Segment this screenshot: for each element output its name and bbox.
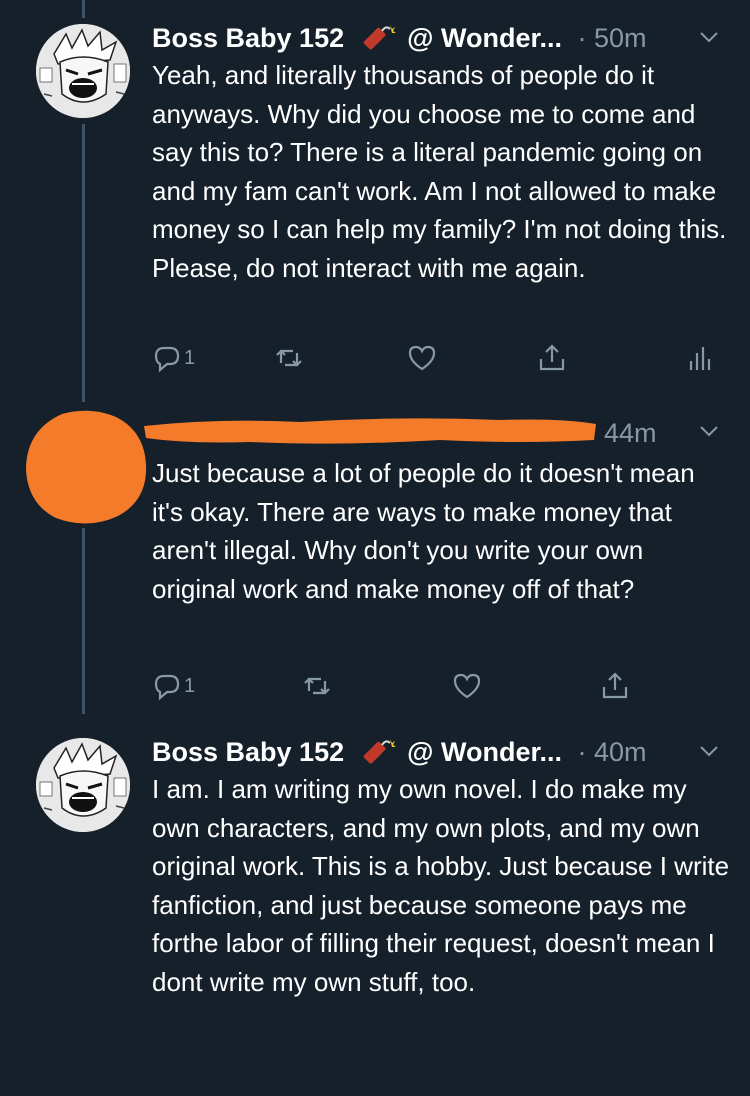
reply-button[interactable]: 1 (152, 666, 195, 706)
display-name[interactable]: Boss Baby 152 (152, 23, 344, 53)
tweet-1[interactable]: Boss Baby 152 @ Wonder... · 50m Yeah, an… (152, 18, 732, 373)
share-icon (539, 344, 565, 371)
user-handle[interactable]: @ Wonder... (407, 737, 562, 767)
tweet-text: Yeah, and literally thousands of people … (152, 60, 727, 283)
thread-line-2 (82, 528, 85, 714)
analytics-icon (689, 347, 711, 370)
tweet-header: Boss Baby 152 @ Wonder... · 40m (152, 732, 732, 772)
tweet-2[interactable]: 44m Just because a lot of people do it d… (152, 410, 732, 710)
analytics-button[interactable] (684, 338, 714, 378)
tweet-3[interactable]: Boss Baby 152 @ Wonder... · 40m I am. I … (152, 732, 732, 1082)
thread-line-1 (82, 124, 85, 402)
reply-button[interactable]: 1 (152, 338, 195, 378)
reply-icon (154, 346, 180, 373)
display-name[interactable]: Boss Baby 152 (152, 737, 344, 767)
avatar[interactable] (36, 24, 130, 118)
tweet-text: Just because a lot of people do it doesn… (152, 458, 695, 604)
heart-icon (453, 673, 481, 699)
dynamite-icon (363, 25, 396, 50)
share-icon (602, 672, 628, 699)
avatar-image (36, 24, 130, 118)
dynamite-icon (363, 739, 396, 764)
chevron-down-icon[interactable] (698, 420, 720, 442)
tweet-text: I am. I am writing my own novel. I do ma… (152, 774, 730, 997)
like-button[interactable] (407, 338, 437, 378)
chevron-down-icon[interactable] (698, 26, 720, 48)
like-button[interactable] (452, 666, 482, 706)
avatar[interactable] (36, 738, 130, 832)
share-button[interactable] (537, 338, 567, 378)
redacted-avatar (26, 410, 147, 524)
tweet-actions: 1 (152, 338, 732, 378)
user-handle[interactable]: @ Wonder... (407, 23, 562, 53)
timestamp[interactable]: · 40m (578, 737, 647, 767)
thread-line-top (82, 0, 85, 18)
retweet-button[interactable] (302, 666, 332, 706)
reply-count: 1 (184, 346, 196, 369)
tweet-header: Boss Baby 152 @ Wonder... · 50m (152, 18, 732, 58)
retweet-icon (304, 677, 330, 695)
tweet-actions: 1 (152, 666, 732, 706)
reply-icon (154, 674, 180, 701)
retweet-button[interactable] (274, 338, 304, 378)
heart-icon (408, 345, 436, 371)
timestamp[interactable]: · 50m (578, 23, 647, 53)
avatar-image (36, 738, 130, 832)
share-button[interactable] (600, 666, 630, 706)
retweet-icon (276, 349, 302, 367)
reply-count: 1 (184, 674, 196, 697)
chevron-down-icon[interactable] (698, 740, 720, 762)
timestamp[interactable]: 44m (604, 413, 657, 453)
